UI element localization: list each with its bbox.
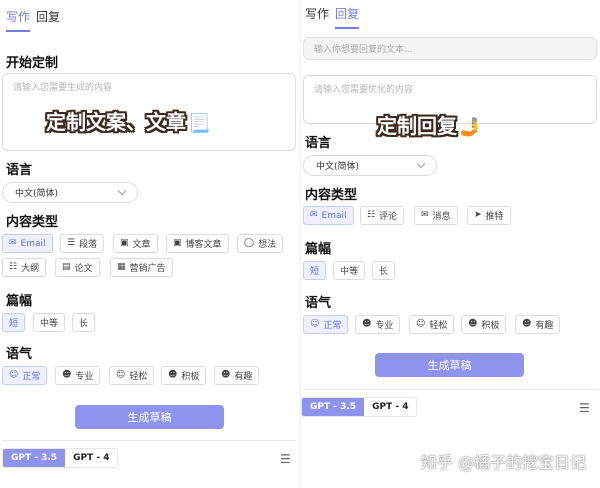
overlay-caption-text: 定制回复 [377,114,457,138]
content-input-placeholder: 请输入您需要生成的内容 [13,83,113,93]
language-select-value: 中文(简体) [316,162,360,172]
tone-label: 语气 [305,296,332,311]
tab-writing[interactable]: 写作 [305,5,329,29]
model-gpt4[interactable]: GPT - 4 [65,449,118,467]
tone-label: 语气 [6,347,33,362]
content-type-marketing[interactable]: ▦ 营销广告 [110,258,173,277]
length-medium[interactable]: 中等 [333,261,366,280]
content-type-article[interactable]: ▣ 文章 [113,234,158,253]
tone-positive[interactable]: ☻ 积极 [461,315,507,334]
language-select[interactable]: 中文(简体) [2,182,138,203]
content-type-essay[interactable]: ▤ 论文 [55,258,100,277]
history-list-icon[interactable]: ☰ [579,401,590,415]
tab-reply[interactable]: 回复 [36,8,60,32]
language-label: 语言 [6,163,33,178]
tone-casual[interactable]: ☺ 轻松 [109,366,155,385]
overlay-caption: 定制文案、文章 📃 [46,106,210,135]
smile-icon: ☺ [9,370,19,380]
comment-icon: ☷ [367,210,376,220]
relaxed-face-icon: ☺ [116,370,126,380]
divider [2,440,296,441]
history-list-icon[interactable]: ☰ [280,452,291,466]
model-gpt4[interactable]: GPT - 4 [364,398,417,416]
language-select-value: 中文(简体) [15,189,59,199]
mode-tabs: 写作 回复 [6,8,60,32]
content-type-email[interactable]: ✉ Email [2,234,53,253]
watermark: 知乎 @橘子的挖宝日记 [420,453,586,472]
language-label: 语言 [305,136,332,151]
mode-tabs: 写作 回复 [305,5,360,29]
lightbulb-icon: ◯ [244,238,255,248]
mail-icon: ✉ [9,238,17,248]
generate-draft-button[interactable]: 生成草稿 [75,405,224,429]
tone-fun[interactable]: ☻ 有趣 [515,315,561,334]
reply-panel: 写作 回复 输入你想要回复的文本... 请输入您需要优化的内容 定制回复 🤳 语言… [300,0,600,488]
content-type-outline[interactable]: ☷ 大纲 [2,258,47,277]
paragraph-icon: ☰ [67,238,76,248]
content-type-paragraph[interactable]: ☰ 段落 [60,234,105,253]
chevron-down-icon [416,159,426,169]
content-type-blog[interactable]: ▣ 博客文章 [166,234,229,253]
length-medium[interactable]: 中等 [33,313,66,332]
reply-text-placeholder: 输入你想要回复的文本... [314,45,413,55]
content-type-message[interactable]: ✉ 消息 [414,206,458,225]
blog-icon: ▣ [173,238,182,248]
model-switcher: GPT - 3.5 GPT - 4 [301,397,418,417]
sunglasses-icon: ☻ [62,370,72,380]
relaxed-face-icon: ☺ [416,319,426,329]
language-select[interactable]: 中文(简体) [303,155,437,176]
article-icon: ▣ [120,238,129,248]
tone-professional[interactable]: ☻ 专业 [355,315,401,334]
message-icon: ✉ [421,210,429,220]
tone-professional[interactable]: ☻ 专业 [55,366,101,385]
length-short[interactable]: 短 [2,313,26,332]
length-long[interactable]: 长 [372,261,396,280]
tone-normal[interactable]: ☺ 正常 [303,315,349,334]
model-gpt35[interactable]: GPT - 3.5 [3,449,66,467]
content-type-label: 内容类型 [6,215,59,230]
twitter-icon: ➤ [474,210,482,220]
tone-casual[interactable]: ☺ 轻松 [409,315,455,334]
length-label: 篇幅 [6,294,33,309]
model-switcher: GPT - 3.5 GPT - 4 [2,448,119,468]
generate-draft-button[interactable]: 生成草稿 [375,353,524,377]
length-label: 篇幅 [305,242,332,257]
length-long[interactable]: 长 [72,313,96,332]
tab-writing[interactable]: 写作 [6,8,31,32]
overlay-caption-text: 定制文案、文章 [46,110,186,134]
laughing-face-icon: ☻ [221,370,231,380]
smile-icon: ☺ [310,319,320,329]
overlay-caption: 定制回复 🤳 [377,110,481,139]
chevron-down-icon [117,186,127,196]
document-icon: 📃 [188,113,211,134]
model-gpt35[interactable]: GPT - 3.5 [302,398,365,416]
sunglasses-icon: ☻ [362,319,372,329]
thumbs-face-icon: ☻ [468,319,478,329]
tone-positive[interactable]: ☻ 积极 [161,366,207,385]
mail-icon: ✉ [310,210,318,220]
essay-icon: ▤ [62,262,71,272]
outline-icon: ☷ [9,262,18,272]
thumbs-face-icon: ☻ [168,370,178,380]
selfie-hand-icon: 🤳 [459,117,482,138]
content-type-label: 内容类型 [305,188,358,203]
content-type-comment[interactable]: ☷ 评论 [360,206,405,225]
content-type-email[interactable]: ✉ Email [303,206,354,225]
length-short[interactable]: 短 [303,261,327,280]
tab-reply[interactable]: 回复 [335,5,360,29]
tone-normal[interactable]: ☺ 正常 [2,366,48,385]
writing-panel: 写作 回复 开始定制 请输入您需要生成的内容 定制文案、文章 📃 语言 中文(简体… [0,0,300,488]
tone-fun[interactable]: ☻ 有趣 [214,366,260,385]
content-type-tweet[interactable]: ➤ 推特 [467,206,511,225]
divider [303,389,597,390]
reply-text-input[interactable]: 输入你想要回复的文本... [303,37,597,60]
content-type-idea[interactable]: ◯ 想法 [237,234,284,253]
laughing-face-icon: ☻ [522,319,532,329]
start-title: 开始定制 [6,56,59,71]
optimize-input-placeholder: 请输入您需要优化的内容 [314,85,414,95]
ad-icon: ▦ [117,262,126,272]
